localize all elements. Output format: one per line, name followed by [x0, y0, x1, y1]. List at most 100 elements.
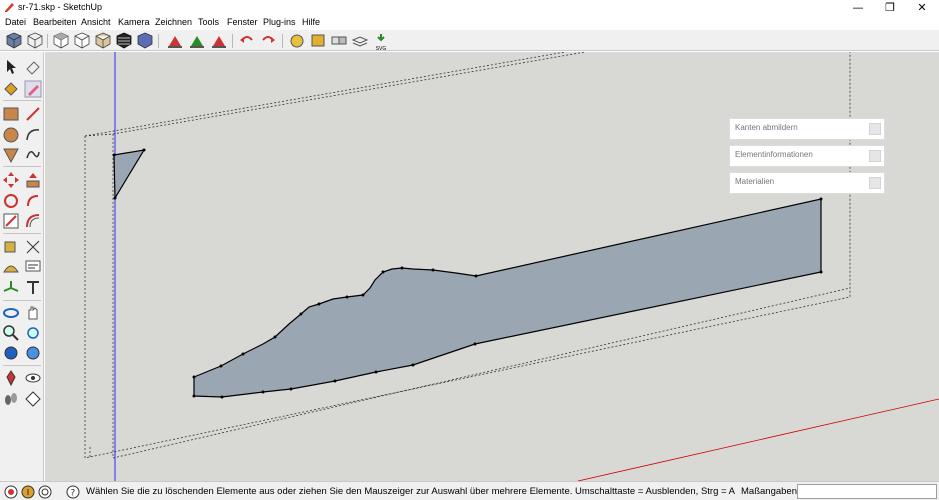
axes-icon[interactable] [2, 279, 20, 297]
tray-label: Elementinformationen [735, 150, 813, 159]
export-j-icon[interactable] [166, 32, 184, 49]
export-v-icon[interactable] [188, 32, 206, 49]
model-canvas[interactable] [45, 52, 939, 481]
export-svg-icon [377, 34, 385, 42]
freehand-icon[interactable] [24, 146, 42, 164]
menu-bearbeiten[interactable]: Bearbeiten [33, 16, 77, 29]
section-plane-icon[interactable] [24, 390, 42, 408]
back-view-icon[interactable] [115, 32, 133, 49]
sketchup-app-icon [5, 3, 14, 12]
credits-icon[interactable] [21, 485, 35, 499]
polygon-icon[interactable] [2, 146, 20, 164]
pencil-icon[interactable] [24, 80, 42, 98]
tray-expand-button[interactable] [869, 150, 881, 162]
tray-kanten-abmildern[interactable]: Kanten abmildern [729, 118, 885, 140]
sandbox-icon[interactable] [288, 32, 306, 49]
line-icon[interactable] [24, 105, 42, 123]
maximize-button[interactable]: ❐ [875, 0, 905, 15]
tray-materialien[interactable]: Materialien [729, 172, 885, 194]
3d-text-icon[interactable] [24, 279, 42, 297]
right-view-icon[interactable] [94, 32, 112, 49]
text-icon[interactable] [24, 258, 42, 276]
toolbar-separator [282, 34, 283, 48]
main-toolbar: SVG [0, 30, 939, 52]
status-text: Wählen Sie die zu löschenden Elemente au… [86, 486, 736, 497]
offset-icon[interactable] [24, 212, 42, 230]
circle-icon[interactable] [2, 126, 20, 144]
red-axis [577, 398, 939, 481]
tray-expand-button[interactable] [869, 123, 881, 135]
toolbar-separator [232, 34, 233, 48]
dimension-icon[interactable] [24, 238, 42, 256]
components-icon[interactable] [330, 32, 348, 49]
undo-icon[interactable] [238, 32, 256, 49]
minimize-button[interactable]: — [843, 0, 873, 15]
orbit-icon[interactable] [2, 304, 20, 322]
geo-location-icon[interactable] [4, 485, 18, 499]
modeling-viewport[interactable]: Kanten abmildern Elementinformationen Ma… [45, 52, 939, 481]
left-view-icon[interactable] [136, 32, 154, 49]
box-inner-top-edge [112, 52, 586, 135]
tool-separator [3, 300, 41, 301]
tray-elementinformationen[interactable]: Elementinformationen [729, 145, 885, 167]
box-top-edge [84, 52, 566, 137]
layers-icon[interactable] [351, 32, 369, 49]
menu-datei[interactable]: Datei [5, 16, 26, 29]
redo-icon[interactable] [259, 32, 277, 49]
protractor-icon[interactable] [2, 258, 20, 276]
title-bar: sr-71.skp - SketchUp — ❐ ✕ [0, 0, 939, 15]
walk-icon[interactable] [2, 390, 20, 408]
position-camera-icon[interactable] [2, 369, 20, 387]
status-bar: ? Wählen Sie die zu löschenden Elemente … [0, 481, 939, 500]
toolbar-separator [47, 34, 48, 48]
close-button[interactable]: ✕ [907, 0, 937, 15]
look-around-icon[interactable] [24, 369, 42, 387]
menu-plugins[interactable]: Plug-ins [263, 16, 296, 29]
tray-expand-button[interactable] [869, 177, 881, 189]
triangle-face [113, 149, 146, 201]
menu-tools[interactable]: Tools [198, 16, 219, 29]
front-view-icon[interactable] [73, 32, 91, 49]
top-view-icon[interactable] [52, 32, 70, 49]
svg-text:?: ? [71, 489, 76, 499]
menu-kamera[interactable]: Kamera [118, 16, 150, 29]
window-title: sr-71.skp - SketchUp [18, 2, 103, 12]
previous-view-icon[interactable] [24, 344, 42, 362]
push-pull-icon[interactable] [24, 171, 42, 189]
help-icon[interactable]: ? [66, 485, 80, 499]
iso-view-icon[interactable] [5, 32, 23, 49]
select-icon[interactable] [2, 58, 20, 76]
tool-separator [3, 233, 41, 234]
tray-label: Materialien [735, 177, 775, 186]
menu-ansicht[interactable]: Ansicht [81, 16, 111, 29]
menu-hilfe[interactable]: Hilfe [302, 16, 320, 29]
scale-icon[interactable] [2, 212, 20, 230]
box-left-edge [84, 133, 114, 458]
zoom-icon[interactable] [2, 324, 20, 342]
tape-measure-icon[interactable] [2, 238, 20, 256]
eraser-icon[interactable] [24, 58, 42, 76]
measurements-label: Maßangaben [741, 486, 797, 497]
wireframe-box-icon[interactable] [26, 32, 44, 49]
arc-icon[interactable] [24, 126, 42, 144]
menu-zeichnen[interactable]: Zeichnen [155, 16, 192, 29]
zoom-window-icon[interactable] [24, 324, 42, 342]
tray-label: Kanten abmildern [735, 123, 798, 132]
menu-fenster[interactable]: Fenster [227, 16, 258, 29]
toolbar-separator [158, 34, 159, 48]
menu-bar: Datei Bearbeiten Ansicht Kamera Zeichnen… [0, 15, 939, 30]
export-n-icon[interactable] [210, 32, 228, 49]
rectangle-icon[interactable] [2, 105, 20, 123]
rotate-icon[interactable] [2, 192, 20, 210]
follow-me-icon[interactable] [24, 192, 42, 210]
export-svg-button[interactable]: SVG [372, 32, 390, 52]
paint-bucket-icon[interactable] [2, 80, 20, 98]
extension-warehouse-icon[interactable] [309, 32, 327, 49]
user-icon[interactable] [38, 485, 52, 499]
pan-icon[interactable] [24, 304, 42, 322]
tool-separator [3, 365, 41, 366]
move-icon[interactable] [2, 171, 20, 189]
measurements-input[interactable] [797, 484, 937, 499]
zoom-extents-icon[interactable] [2, 344, 20, 362]
tool-separator [3, 100, 41, 101]
